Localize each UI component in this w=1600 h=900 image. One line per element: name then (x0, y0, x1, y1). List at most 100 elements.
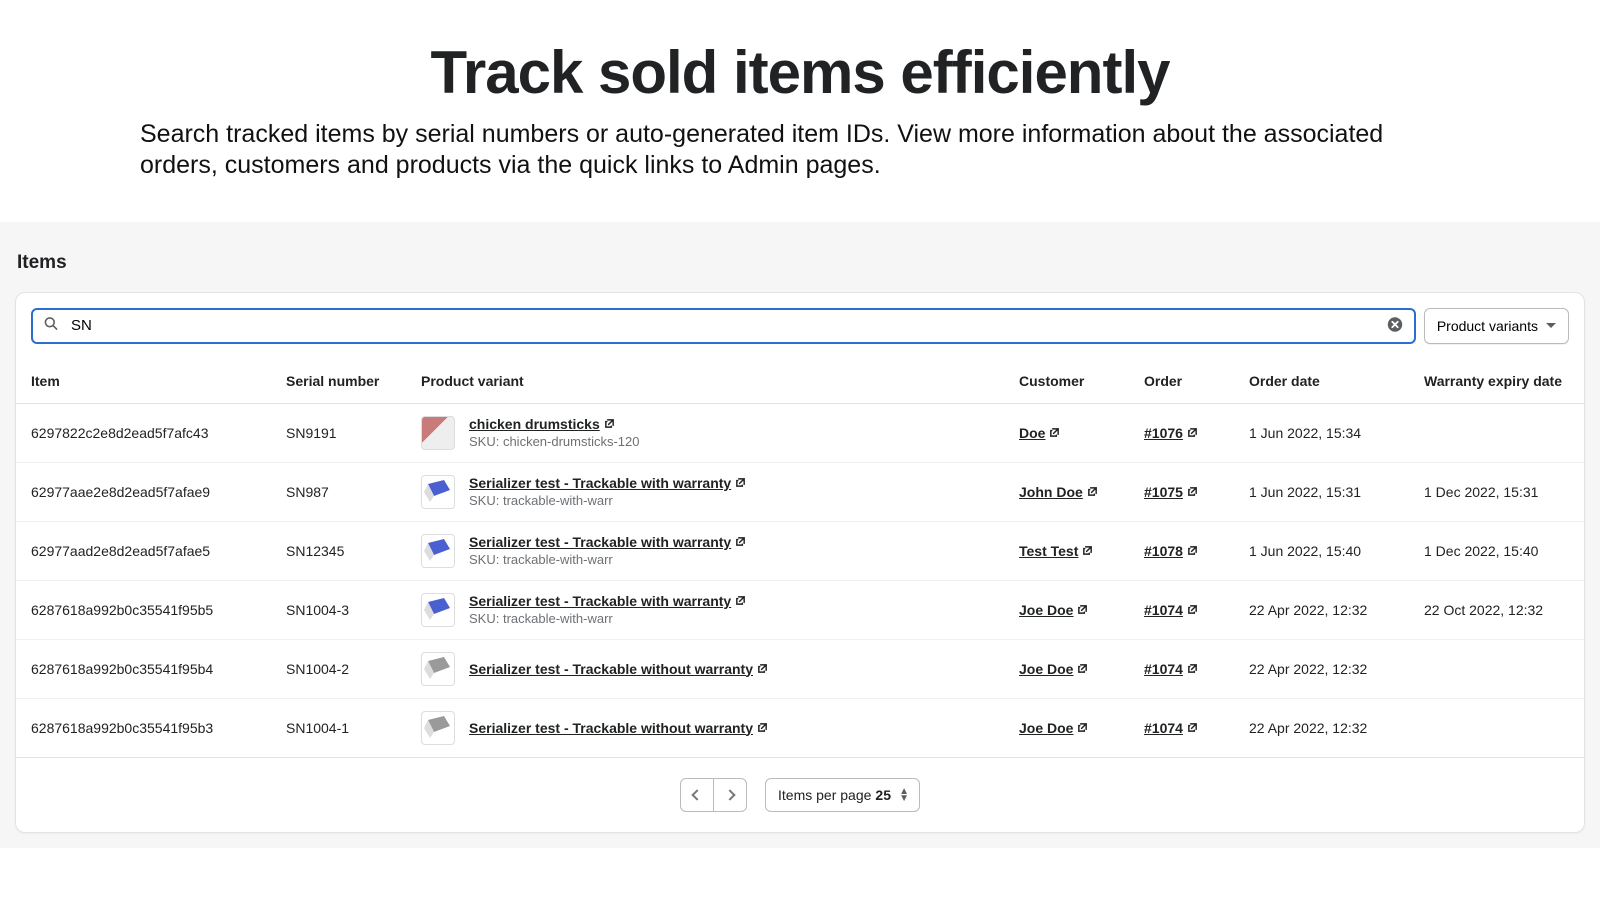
filter-label: Product variants (1437, 318, 1538, 334)
page-buttons (680, 778, 747, 812)
cell-item: 6287618a992b0c35541f95b4 (16, 639, 271, 698)
external-link-icon (1087, 486, 1098, 497)
search-input[interactable] (31, 308, 1416, 344)
product-sku: SKU: chicken-drumsticks-120 (469, 434, 640, 449)
external-link-icon (1187, 663, 1198, 674)
product-link[interactable]: Serializer test - Trackable with warrant… (469, 475, 731, 491)
cell-serial: SN9191 (271, 403, 406, 462)
product-link[interactable]: chicken drumsticks (469, 416, 600, 432)
product-thumb (421, 711, 455, 745)
cell-order-date: 1 Jun 2022, 15:34 (1234, 403, 1409, 462)
col-customer: Customer (1004, 359, 1129, 404)
table-row: 6287618a992b0c35541f95b4SN1004-2 Serializ… (16, 639, 1584, 698)
section-title: Items (15, 252, 1585, 274)
cell-serial: SN987 (271, 462, 406, 521)
cell-order: #1074 (1129, 580, 1234, 639)
cell-warranty (1409, 403, 1584, 462)
per-page-label: Items per page (778, 787, 871, 803)
cell-product: Serializer test - Trackable without warr… (406, 698, 1004, 757)
order-link[interactable]: #1074 (1144, 720, 1183, 736)
cell-warranty (1409, 639, 1584, 698)
external-link-icon (735, 477, 746, 488)
cell-order: #1074 (1129, 639, 1234, 698)
product-thumb (421, 593, 455, 627)
col-warranty: Warranty expiry date (1409, 359, 1584, 404)
external-link-icon (1077, 663, 1088, 674)
product-sku: SKU: trackable-with-warr (469, 493, 746, 508)
hero: Track sold items efficiently Search trac… (0, 0, 1600, 222)
cell-order: #1076 (1129, 403, 1234, 462)
table-row: 62977aae2e8d2ead5f7afae9SN987 Serializer … (16, 462, 1584, 521)
product-thumb (421, 534, 455, 568)
per-page-value: 25 (875, 787, 891, 803)
product-link[interactable]: Serializer test - Trackable without warr… (469, 720, 753, 736)
cell-order: #1075 (1129, 462, 1234, 521)
page-subtitle: Search tracked items by serial numbers o… (140, 119, 1460, 182)
order-link[interactable]: #1074 (1144, 661, 1183, 677)
search-wrapper (31, 308, 1416, 344)
sort-icon: ▲▼ (899, 788, 909, 802)
product-link[interactable]: Serializer test - Trackable without warr… (469, 661, 753, 677)
prev-page-button[interactable] (680, 778, 714, 812)
external-link-icon (1077, 604, 1088, 615)
external-link-icon (1187, 604, 1198, 615)
col-product: Product variant (406, 359, 1004, 404)
chevron-right-icon (724, 789, 735, 800)
cell-serial: SN1004-1 (271, 698, 406, 757)
customer-link[interactable]: Test Test (1019, 543, 1078, 559)
customer-link[interactable]: Joe Doe (1019, 602, 1073, 618)
col-order-date: Order date (1234, 359, 1409, 404)
toolbar: Product variants (16, 293, 1584, 359)
product-thumb (421, 475, 455, 509)
cell-order: #1074 (1129, 698, 1234, 757)
cell-warranty: 1 Dec 2022, 15:40 (1409, 521, 1584, 580)
cell-order-date: 1 Jun 2022, 15:40 (1234, 521, 1409, 580)
next-page-button[interactable] (713, 778, 747, 812)
cell-product: Serializer test - Trackable without warr… (406, 639, 1004, 698)
cell-item: 62977aae2e8d2ead5f7afae9 (16, 462, 271, 521)
cell-warranty: 1 Dec 2022, 15:31 (1409, 462, 1584, 521)
order-link[interactable]: #1076 (1144, 425, 1183, 441)
external-link-icon (757, 722, 768, 733)
items-table: Item Serial number Product variant Custo… (16, 359, 1584, 758)
cell-customer: Joe Doe (1004, 698, 1129, 757)
product-link[interactable]: Serializer test - Trackable with warrant… (469, 593, 731, 609)
cell-product: Serializer test - Trackable with warrant… (406, 580, 1004, 639)
external-link-icon (757, 663, 768, 674)
customer-link[interactable]: John Doe (1019, 484, 1083, 500)
customer-link[interactable]: Joe Doe (1019, 661, 1073, 677)
cell-serial: SN12345 (271, 521, 406, 580)
items-per-page-select[interactable]: Items per page 25 ▲▼ (765, 778, 920, 812)
external-link-icon (604, 418, 615, 429)
product-variants-filter[interactable]: Product variants (1424, 308, 1569, 344)
external-link-icon (1187, 486, 1198, 497)
cell-item: 6287618a992b0c35541f95b5 (16, 580, 271, 639)
external-link-icon (1049, 427, 1060, 438)
cell-customer: Joe Doe (1004, 639, 1129, 698)
external-link-icon (735, 595, 746, 606)
cell-warranty: 22 Oct 2022, 12:32 (1409, 580, 1584, 639)
product-link[interactable]: Serializer test - Trackable with warrant… (469, 534, 731, 550)
table-row: 6297822c2e8d2ead5f7afc43SN9191 chicken dr… (16, 403, 1584, 462)
table-row: 62977aad2e8d2ead5f7afae5SN12345Serialize… (16, 521, 1584, 580)
table-row: 6287618a992b0c35541f95b3SN1004-1Serializ… (16, 698, 1584, 757)
cell-serial: SN1004-2 (271, 639, 406, 698)
order-link[interactable]: #1075 (1144, 484, 1183, 500)
col-order: Order (1129, 359, 1234, 404)
external-link-icon (1187, 427, 1198, 438)
customer-link[interactable]: Doe (1019, 425, 1045, 441)
order-link[interactable]: #1078 (1144, 543, 1183, 559)
col-serial: Serial number (271, 359, 406, 404)
order-link[interactable]: #1074 (1144, 602, 1183, 618)
cell-item: 6297822c2e8d2ead5f7afc43 (16, 403, 271, 462)
cell-order-date: 1 Jun 2022, 15:31 (1234, 462, 1409, 521)
customer-link[interactable]: Joe Doe (1019, 720, 1073, 736)
table-row: 6287618a992b0c35541f95b5SN1004-3Serializ… (16, 580, 1584, 639)
pagination: Items per page 25 ▲▼ (16, 758, 1584, 832)
product-thumb (421, 416, 455, 450)
items-card: Product variants Item Serial number Prod… (15, 292, 1585, 833)
page-title: Track sold items efficiently (140, 38, 1460, 107)
clear-icon (1386, 315, 1404, 336)
clear-search-button[interactable] (1382, 311, 1408, 340)
external-link-icon (1082, 545, 1093, 556)
